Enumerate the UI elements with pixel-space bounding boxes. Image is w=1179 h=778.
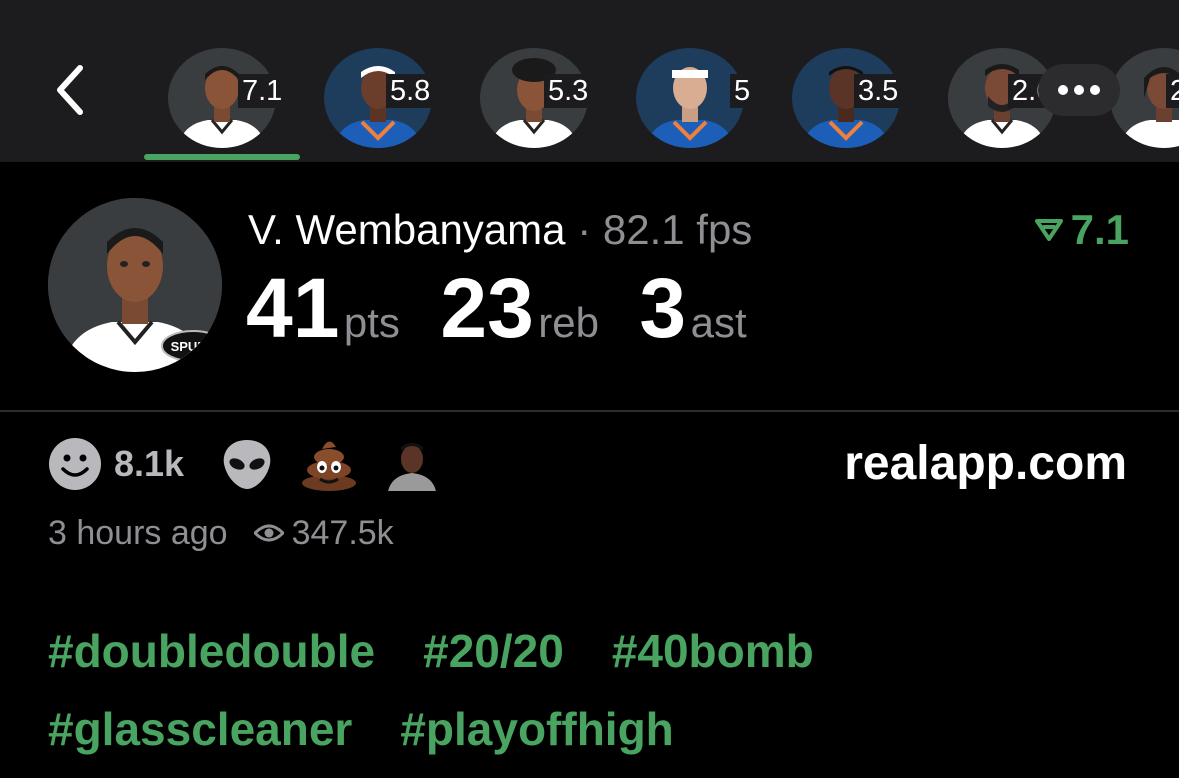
stat-line: 41 pts 23 reb 3 ast <box>246 262 783 354</box>
svg-text:SPURS: SPURS <box>171 339 216 354</box>
hashtag[interactable]: #glasscleaner <box>48 702 352 756</box>
hashtag[interactable]: #40bomb <box>612 624 814 678</box>
player-strip-item[interactable]: 2 <box>1110 48 1179 148</box>
player-strip-item[interactable]: 5.3 <box>480 48 593 148</box>
player-strip-bar: 7.1 5.8 5.3 5 3.5 2.6 2 <box>0 0 1179 162</box>
player-strip-item[interactable]: 7.1 <box>168 48 287 148</box>
player-score: 2 <box>1166 74 1179 108</box>
reaction-count: 8.1k <box>114 443 185 484</box>
divider <box>0 410 1179 412</box>
dot-icon <box>1058 85 1068 95</box>
dot-icon <box>1090 85 1100 95</box>
player-name[interactable]: V. Wembanyama <box>248 206 566 253</box>
points-value: 41 <box>246 261 340 355</box>
assists-value: 3 <box>639 261 687 355</box>
player-name-line: V. Wembanyama · 82.1 fps <box>248 205 752 255</box>
spurs-logo-icon: SPURS <box>161 330 222 362</box>
selected-player-indicator <box>144 154 300 160</box>
dot-icon <box>1074 85 1084 95</box>
post-meta: 3 hours ago 347.5k <box>48 512 394 554</box>
player-strip-item[interactable]: 5.8 <box>324 48 435 148</box>
player-avatar <box>636 48 744 148</box>
assists-label: ast <box>690 299 747 346</box>
rating-badge: 7.1 <box>1034 206 1129 254</box>
hashtag-row: #doubledouble #20/20 #40bomb <box>48 612 1148 690</box>
rebounds-value: 23 <box>440 261 534 355</box>
smiley-icon[interactable] <box>48 437 102 491</box>
player-score: 7.1 <box>238 74 287 108</box>
rebounds-label: reb <box>538 299 599 346</box>
timestamp: 3 hours ago <box>48 514 228 552</box>
fantasy-points: 82.1 fps <box>602 206 753 253</box>
user-reaction-avatar[interactable] <box>384 437 441 491</box>
player-score: 3.5 <box>854 74 903 108</box>
rating-value: 7.1 <box>1070 206 1129 253</box>
hashtag-row: #glasscleaner #playoffhigh <box>48 690 1148 768</box>
hashtag[interactable]: #doubledouble <box>48 624 375 678</box>
player-score: 5.8 <box>386 74 435 108</box>
separator: · <box>577 206 592 253</box>
player-strip-item[interactable]: 5 <box>636 48 755 148</box>
back-button[interactable] <box>40 55 100 125</box>
hashtags: #doubledouble #20/20 #40bomb #glassclean… <box>48 612 1148 768</box>
reactions-row: 8.1k <box>48 437 441 491</box>
hashtag[interactable]: #20/20 <box>423 624 564 678</box>
player-score: 5 <box>730 74 755 108</box>
site-link[interactable]: realapp.com <box>844 437 1127 491</box>
points-label: pts <box>343 299 400 346</box>
player-avatar-large[interactable]: SPURS <box>48 198 222 372</box>
view-count: 347.5k <box>291 514 394 552</box>
alien-icon[interactable] <box>220 437 274 491</box>
hashtag[interactable]: #playoffhigh <box>400 702 673 756</box>
poop-emoji-icon[interactable] <box>300 437 358 491</box>
player-strip-item[interactable]: 3.5 <box>792 48 903 148</box>
more-options-button[interactable] <box>1038 64 1120 116</box>
chevron-left-icon <box>57 65 83 115</box>
eye-icon <box>253 524 284 542</box>
player-score: 5.3 <box>544 74 593 108</box>
real-logo-icon <box>1034 219 1063 241</box>
